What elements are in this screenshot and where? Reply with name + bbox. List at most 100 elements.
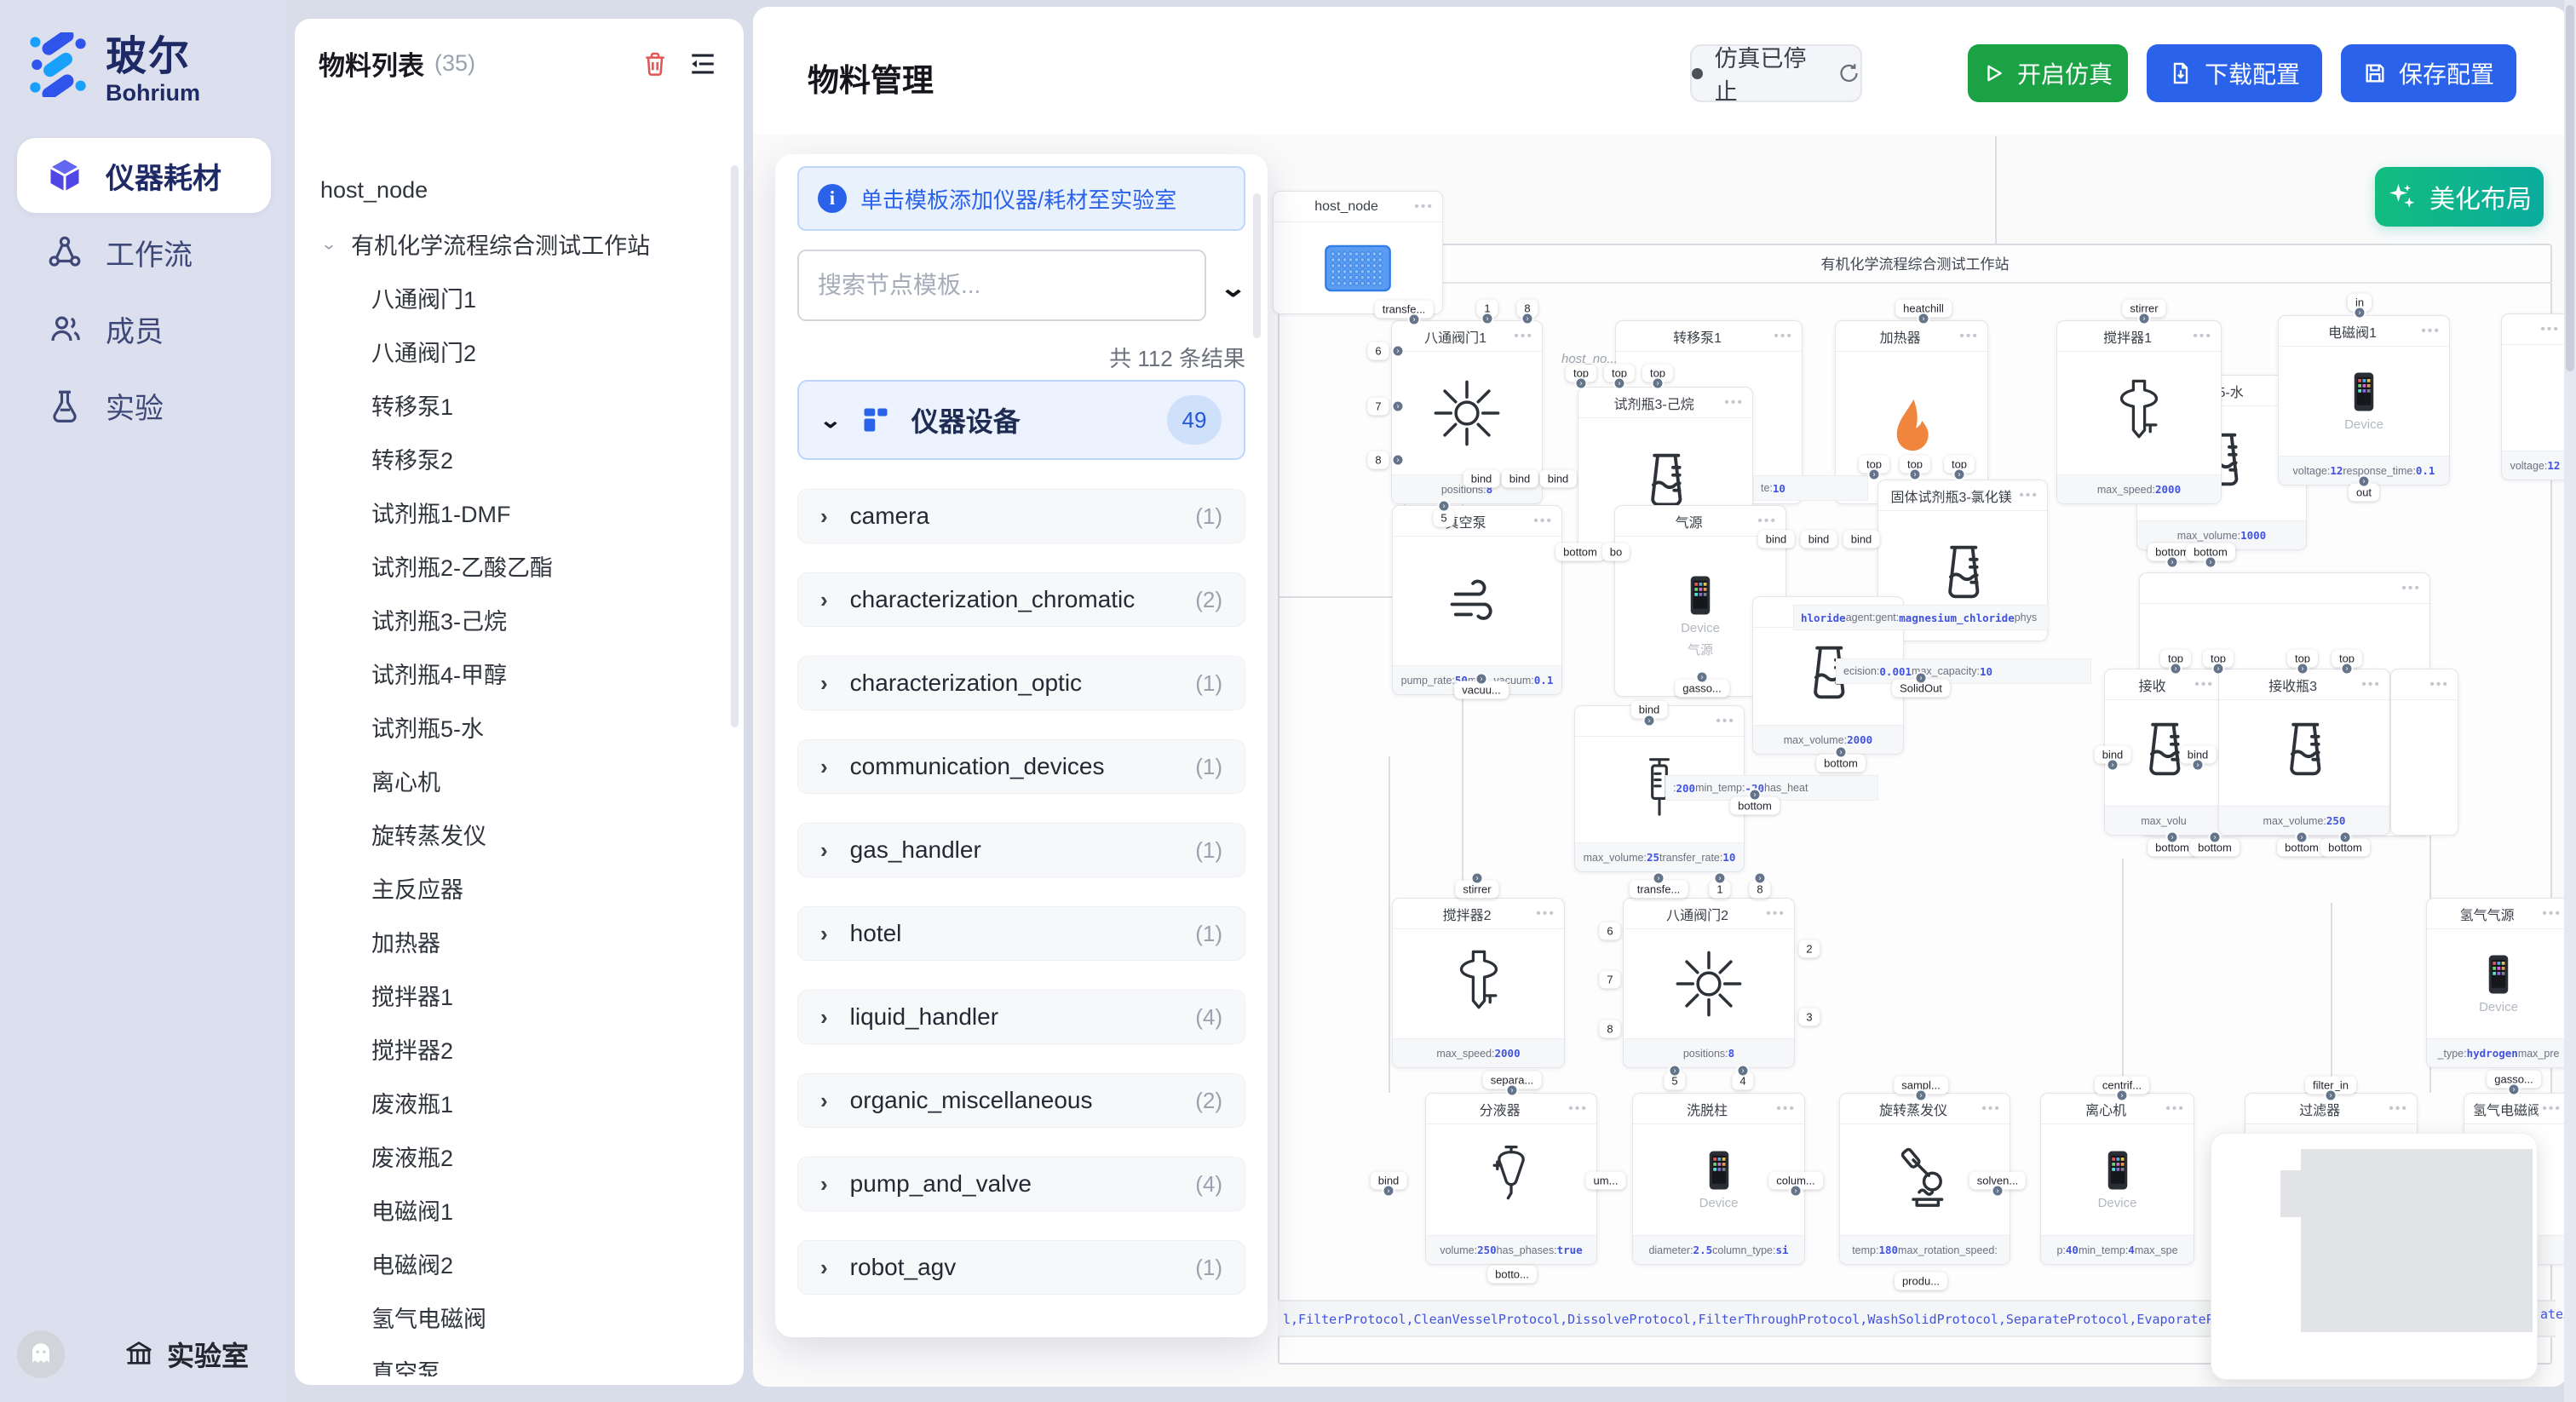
port-pill-bind[interactable]: bind (1801, 531, 1837, 549)
tree-item[interactable]: 搅拌器1 (295, 968, 732, 1022)
port-dot[interactable]: › (1392, 400, 1405, 413)
port-dot[interactable]: › (2138, 313, 2151, 325)
category-row-hotel[interactable]: ›hotel(1) (797, 906, 1245, 961)
tree-item[interactable]: 加热器 (295, 915, 732, 968)
download-config-button[interactable]: 下载配置 (2147, 44, 2322, 102)
start-simulation-button[interactable]: 开启仿真 (1968, 44, 2128, 102)
tree-item[interactable]: 离心机 (295, 754, 732, 807)
port-dot[interactable]: › (1475, 673, 1488, 686)
category-row-organic_miscellaneous[interactable]: ›organic_miscellaneous(2) (797, 1073, 1245, 1128)
port-dot[interactable]: › (1915, 1089, 1928, 1102)
port-dot[interactable]: › (1714, 872, 1727, 885)
port-dot[interactable]: › (1383, 1185, 1395, 1198)
category-row-characterization_chromatic[interactable]: ›characterization_chromatic(2) (797, 572, 1245, 627)
port-pill-transfe...[interactable]: transfe... (1375, 301, 1434, 319)
search-template-input[interactable] (797, 250, 1206, 321)
sidebar-item-experiments[interactable]: 实验 (17, 368, 271, 443)
port-dot[interactable]: › (1392, 454, 1405, 467)
port-dot[interactable]: › (2170, 663, 2182, 675)
canvas-node-host_node[interactable]: host_node••• (1273, 191, 1443, 314)
port-dot[interactable]: › (1790, 1185, 1803, 1198)
canvas-node-分液器[interactable]: 分液器•••volume: 250 has_phases: true (1425, 1093, 1597, 1265)
port-dot[interactable]: › (1835, 746, 1848, 759)
port-dot[interactable]: › (2166, 831, 2179, 844)
port-dot[interactable]: › (1652, 377, 1665, 390)
port-dot[interactable]: › (1438, 500, 1451, 513)
beautify-layout-button[interactable]: 美化布局 (2375, 167, 2544, 227)
port-dot[interactable]: › (2339, 831, 2352, 844)
category-row-robot_agv[interactable]: ›robot_agv(1) (797, 1240, 1245, 1295)
port-pill-bind[interactable]: bind (1502, 470, 1538, 488)
port-pill-2[interactable]: 2 (1798, 940, 1820, 958)
canvas-node-电磁阀1[interactable]: 电磁阀1•••Devicevoltage: 12 response_time: … (2278, 315, 2450, 486)
port-dot[interactable]: › (2107, 759, 2119, 772)
port-dot[interactable]: › (2192, 759, 2205, 772)
tree-item[interactable]: 试剂瓶4-甲醇 (295, 646, 732, 700)
category-row-camera[interactable]: ›camera(1) (797, 489, 1245, 543)
tree-item[interactable]: 转移泵1 (295, 378, 732, 432)
tree-item[interactable]: 旋转蒸发仪 (295, 807, 732, 861)
tree-item[interactable]: 八通阀门2 (295, 325, 732, 378)
port-dot[interactable]: › (1915, 672, 1928, 685)
tree-item[interactable]: 真空泵 (295, 1344, 732, 1376)
category-row-gas_handler[interactable]: ›gas_handler(1) (797, 823, 1245, 877)
port-pill-7[interactable]: 7 (1599, 971, 1620, 989)
port-dot[interactable]: › (2116, 1089, 2129, 1102)
canvas-node-氢气气源[interactable]: 氢气气源•••Device_type: hydrogen max_pre (2426, 898, 2567, 1068)
port-dot[interactable]: › (2325, 1089, 2337, 1102)
port-dot[interactable]: › (2341, 663, 2354, 675)
port-dot[interactable]: › (1953, 468, 1966, 481)
port-pill-um...[interactable]: um... (1586, 1172, 1626, 1190)
port-dot[interactable]: › (2205, 556, 2217, 569)
collapse-list-icon[interactable] (686, 47, 720, 81)
port-dot[interactable]: › (1653, 872, 1665, 885)
minimap[interactable] (2211, 1133, 2538, 1380)
port-dot[interactable]: › (1613, 377, 1626, 390)
port-dot[interactable]: › (1506, 1084, 1519, 1097)
category-row-liquid_handler[interactable]: ›liquid_handler(4) (797, 990, 1245, 1044)
sidebar-item-instruments[interactable]: 仪器耗材 (17, 138, 271, 213)
tree-item[interactable]: 搅拌器2 (295, 1022, 732, 1076)
window-scrollbar[interactable] (2564, 0, 2576, 1402)
port-dot[interactable]: › (2508, 1083, 2521, 1096)
port-pill-bind[interactable]: bind (1758, 531, 1795, 549)
port-dot[interactable]: › (1696, 671, 1709, 684)
minimap-viewport[interactable] (2301, 1149, 2533, 1332)
tree-item[interactable]: 试剂瓶1-DMF (295, 486, 732, 539)
port-dot[interactable]: › (1909, 468, 1922, 481)
materials-scrollbar[interactable] (731, 165, 739, 727)
refresh-icon[interactable] (1837, 61, 1860, 85)
port-dot[interactable]: › (1918, 313, 1930, 325)
port-pill-6[interactable]: 6 (1599, 922, 1620, 940)
port-pill-botto...[interactable]: botto... (1487, 1266, 1537, 1284)
chevron-down-icon[interactable]: ⌄ (1219, 273, 1247, 303)
port-pill-bind[interactable]: bind (1540, 470, 1577, 488)
port-pill-8[interactable]: 8 (1599, 1020, 1620, 1038)
tree-item[interactable]: 主反应器 (295, 861, 732, 915)
avatar[interactable] (17, 1330, 65, 1378)
port-dot[interactable]: › (1749, 789, 1762, 802)
canvas-node-card[interactable]: ••• (2390, 669, 2458, 836)
port-dot[interactable]: › (1521, 313, 1534, 325)
category-group-instruments[interactable]: ⌄ 仪器设备 49 (797, 380, 1245, 460)
sidebar-item-workflow[interactable]: 工作流 (17, 215, 271, 290)
port-dot[interactable]: › (1992, 1185, 2004, 1198)
tree-item[interactable]: 电磁阀1 (295, 1183, 732, 1237)
port-pill-6[interactable]: 6 (1367, 342, 1389, 360)
port-dot[interactable]: › (2354, 307, 2366, 319)
port-pill-8[interactable]: 8 (1367, 451, 1389, 469)
port-dot[interactable]: › (2209, 831, 2222, 844)
port-pill-produ...[interactable]: produ... (1895, 1273, 1947, 1290)
canvas-node-八通阀门2[interactable]: 八通阀门2•••positions: 8 (1623, 898, 1795, 1068)
canvas-node-接收瓶3[interactable]: 接收瓶3•••max_volume: 250 (2218, 669, 2390, 836)
port-dot[interactable]: › (2166, 556, 2179, 569)
port-pill-bind[interactable]: bind (1463, 470, 1500, 488)
port-dot[interactable]: › (1754, 872, 1767, 885)
tree-item[interactable]: 废液瓶2 (295, 1129, 732, 1183)
port-pill-3[interactable]: 3 (1798, 1008, 1820, 1026)
port-dot[interactable]: › (1392, 345, 1405, 358)
category-row-pump_and_valve[interactable]: ›pump_and_valve(4) (797, 1157, 1245, 1211)
port-dot[interactable]: › (1481, 313, 1494, 325)
save-config-button[interactable]: 保存配置 (2341, 44, 2516, 102)
tree-item-host-node[interactable]: host_node (295, 164, 732, 217)
